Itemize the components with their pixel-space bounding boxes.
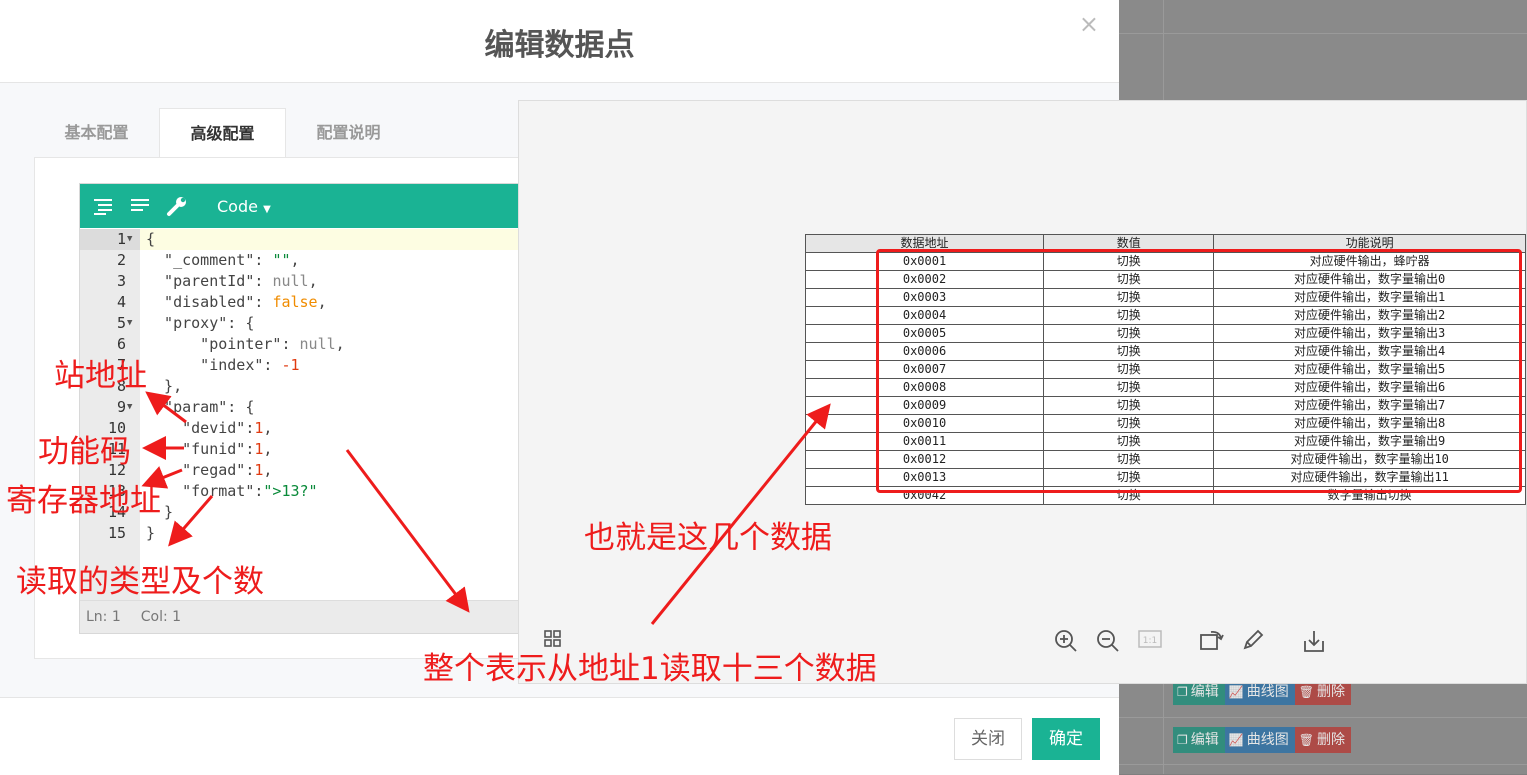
annotation-summary: 整个表示从地址1读取十三个数据 (423, 651, 877, 687)
arrow-station (145, 391, 187, 424)
arrow-format (168, 495, 214, 547)
annotation-station-address: 站地址 (54, 358, 147, 394)
annotation-these-data: 也就是这几个数据 (584, 520, 832, 556)
annotation-register-address: 寄存器地址 (6, 483, 161, 519)
arrow-summary (345, 449, 470, 613)
annotation-type-count: 读取的类型及个数 (16, 564, 264, 600)
annotation-function-code: 功能码 (38, 434, 131, 470)
